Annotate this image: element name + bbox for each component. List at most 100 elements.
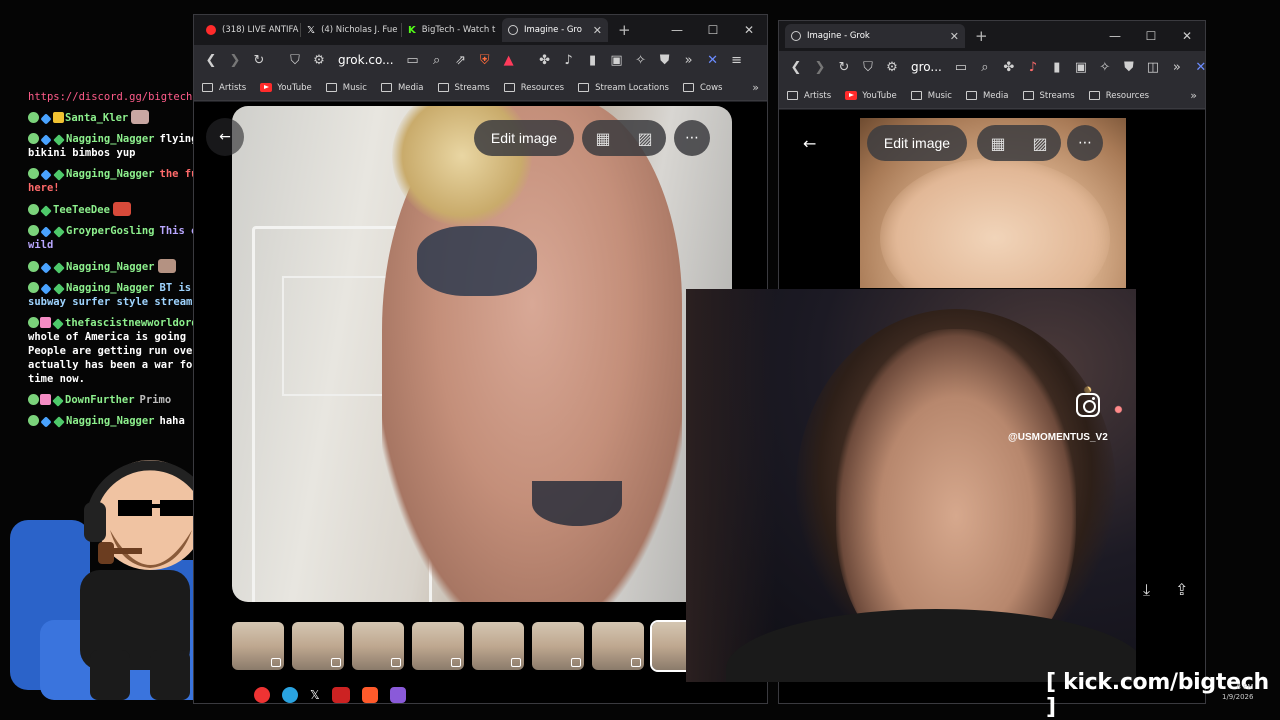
reload-icon[interactable]: ↻: [833, 56, 855, 78]
leo-icon[interactable]: ✧: [630, 49, 652, 71]
more-bookmarks-icon[interactable]: »: [752, 81, 759, 94]
chat-username[interactable]: Nagging_Nagger: [66, 261, 155, 273]
maximize-icon[interactable]: ☐: [1133, 29, 1169, 43]
back-icon[interactable]: ❮: [785, 56, 807, 78]
bookmark-streams[interactable]: Streams: [437, 83, 490, 93]
share-icon[interactable]: ⇪: [1175, 580, 1188, 599]
bookmark-icon[interactable]: ⛉: [284, 49, 306, 71]
share-icon[interactable]: ⇗: [450, 49, 472, 71]
tab-kick[interactable]: K BigTech - Watch t: [402, 18, 502, 42]
generated-image[interactable]: [232, 106, 732, 602]
bookmark-youtube[interactable]: YouTube: [845, 91, 897, 101]
image-mode-icon[interactable]: ▨: [1019, 134, 1061, 153]
chat-username[interactable]: Nagging_Nagger: [66, 282, 155, 294]
more-options-button[interactable]: ⋯: [1067, 125, 1103, 161]
download-icon[interactable]: ⤓: [1143, 580, 1150, 600]
site-settings-icon[interactable]: ⚙: [308, 49, 330, 71]
menu-icon[interactable]: ≡: [726, 49, 748, 71]
bookmark-artists[interactable]: Artists: [787, 91, 831, 101]
x-extension-icon[interactable]: ✕: [1190, 56, 1205, 78]
address-bar[interactable]: gro...: [905, 56, 948, 78]
chat-username[interactable]: Nagging_Nagger: [66, 168, 155, 180]
chat-username[interactable]: Santa_Kler: [65, 112, 128, 124]
bookmark-music[interactable]: Music: [910, 91, 952, 101]
record-app-icon[interactable]: [254, 687, 270, 703]
image-thumbnail[interactable]: [352, 622, 404, 670]
close-tab-icon[interactable]: ✕: [585, 24, 602, 37]
zoom-icon[interactable]: ⌕: [426, 49, 448, 71]
bookmark-artists[interactable]: Artists: [202, 83, 246, 93]
image-thumbnail[interactable]: [412, 622, 464, 670]
extensions-icon[interactable]: ✤: [998, 56, 1020, 78]
close-window-icon[interactable]: ✕: [731, 23, 767, 37]
new-tab-button[interactable]: +: [965, 27, 998, 45]
cast-icon[interactable]: ▭: [950, 56, 972, 78]
close-window-icon[interactable]: ✕: [1169, 29, 1205, 43]
more-tools-icon[interactable]: »: [1166, 56, 1188, 78]
wallet-icon[interactable]: ▣: [606, 49, 628, 71]
back-arrow-button[interactable]: ←: [206, 118, 244, 156]
brave-browser-icon[interactable]: [361, 687, 378, 703]
edit-image-button[interactable]: Edit image: [867, 125, 967, 161]
vpn-icon[interactable]: ⛊: [654, 49, 676, 71]
site-settings-icon[interactable]: ⚙: [881, 56, 903, 78]
reader-icon[interactable]: ◫: [1142, 56, 1164, 78]
reload-icon[interactable]: ↻: [248, 49, 270, 71]
vpn-icon[interactable]: ⛊: [1118, 56, 1140, 78]
bookmark-media[interactable]: Media: [965, 91, 1009, 101]
image-thumbnail[interactable]: [472, 622, 524, 670]
zoom-icon[interactable]: ⌕: [974, 56, 996, 78]
cast-icon[interactable]: ▭: [402, 49, 424, 71]
image-thumbnail[interactable]: [532, 622, 584, 670]
chat-username[interactable]: TeeTeeDee: [53, 204, 110, 216]
brave-nightly-icon[interactable]: [389, 687, 406, 703]
image-thumbnail[interactable]: [232, 622, 284, 670]
video-mode-icon[interactable]: ▦: [582, 129, 624, 148]
tab-imagine-grok[interactable]: Imagine - Grok ✕: [785, 24, 965, 48]
brave-rewards-icon[interactable]: ▲: [498, 49, 520, 71]
telegram-icon[interactable]: [282, 687, 298, 703]
tab-imagine-grok[interactable]: Imagine - Gro ✕: [502, 18, 608, 42]
chat-username[interactable]: Nagging_Nagger: [66, 415, 155, 427]
x-extension-icon[interactable]: ✕: [702, 49, 724, 71]
minimize-icon[interactable]: —: [1097, 29, 1133, 43]
tab-youtube-live[interactable]: (318) LIVE ANTIFA: [200, 18, 300, 42]
forward-icon[interactable]: ❯: [224, 49, 246, 71]
music-icon[interactable]: ♪: [558, 49, 580, 71]
image-thumbnail[interactable]: [592, 622, 644, 670]
brave-shield-icon[interactable]: ⛨: [474, 49, 496, 71]
video-mode-icon[interactable]: ▦: [977, 134, 1019, 153]
image-thumbnail[interactable]: [292, 622, 344, 670]
chat-username[interactable]: Nagging_Nagger: [66, 133, 155, 145]
more-tools-icon[interactable]: »: [678, 49, 700, 71]
tab-x-profile[interactable]: 𝕏 (4) Nicholas J. Fue: [301, 18, 401, 42]
image-mode-icon[interactable]: ▨: [624, 129, 666, 148]
x-app-icon[interactable]: 𝕏: [310, 688, 320, 702]
more-options-button[interactable]: ⋯: [674, 120, 710, 156]
chat-username[interactable]: DownFurther: [65, 394, 135, 406]
wallet-icon[interactable]: ▣: [1070, 56, 1092, 78]
bookmark-music[interactable]: Music: [325, 83, 367, 93]
minimize-icon[interactable]: —: [659, 23, 695, 37]
back-arrow-icon[interactable]: ←: [803, 134, 816, 153]
bookmark-resources[interactable]: Resources: [1088, 91, 1149, 101]
leo-icon[interactable]: ✧: [1094, 56, 1116, 78]
address-bar[interactable]: grok.co...: [332, 49, 400, 71]
more-bookmarks-icon[interactable]: »: [1190, 89, 1197, 102]
bookmark-icon[interactable]: ⛉: [857, 56, 879, 78]
new-tab-button[interactable]: +: [608, 21, 641, 39]
extensions-icon[interactable]: ✤: [534, 49, 556, 71]
chat-username[interactable]: thefascistnewworldorder: [65, 317, 210, 329]
sidebar-icon[interactable]: ▮: [1046, 56, 1068, 78]
bookmark-streams[interactable]: Streams: [1022, 91, 1075, 101]
bookmark-youtube[interactable]: YouTube: [260, 83, 312, 93]
bookmark-cows[interactable]: Cows: [682, 83, 722, 93]
bookmark-media[interactable]: Media: [380, 83, 424, 93]
edit-image-button[interactable]: Edit image: [474, 120, 574, 156]
forward-icon[interactable]: ❯: [809, 56, 831, 78]
sidebar-icon[interactable]: ▮: [582, 49, 604, 71]
bookmark-stream-locations[interactable]: Stream Locations: [578, 83, 669, 93]
maximize-icon[interactable]: ☐: [695, 23, 731, 37]
chat-username[interactable]: GroyperGosling: [66, 225, 155, 237]
voice-app-icon[interactable]: [331, 687, 350, 703]
